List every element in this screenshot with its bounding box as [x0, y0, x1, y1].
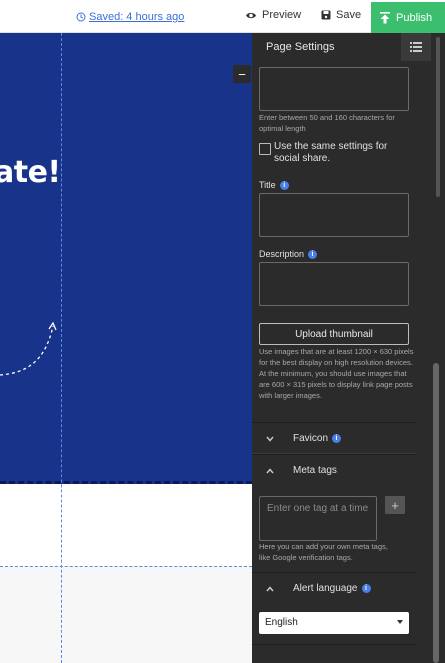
- alert-language-section-header[interactable]: Alert language i: [252, 572, 416, 604]
- same-settings-label: Use the same settings for social share.: [274, 141, 388, 164]
- content-section[interactable]: [0, 484, 252, 566]
- favicon-label-row: Favicon i: [293, 433, 342, 444]
- seo-description-field[interactable]: [259, 67, 409, 111]
- panel-header: Page Settings: [252, 33, 445, 61]
- chevron-up-icon: [266, 584, 276, 594]
- title-label: Title: [259, 180, 276, 190]
- editor-canvas[interactable]: ate! −: [0, 33, 252, 663]
- description-label-row: Description i: [259, 249, 318, 259]
- history-icon: [76, 12, 86, 22]
- saved-status-text: Saved: 4 hours ago: [89, 11, 185, 23]
- meta-tags-section-header[interactable]: Meta tags: [252, 454, 416, 486]
- horizontal-guide-line: [0, 566, 252, 567]
- alert-language-label-row: Alert language i: [293, 583, 371, 594]
- preview-button[interactable]: Preview: [245, 9, 301, 21]
- meta-tags-hint: Here you can add your own meta tags, lik…: [259, 542, 388, 562]
- same-settings-checkbox[interactable]: [259, 143, 271, 155]
- eye-icon: [246, 12, 256, 18]
- add-meta-tag-button[interactable]: +: [385, 496, 405, 514]
- favicon-label: Favicon: [293, 433, 329, 444]
- panel-title: Page Settings: [266, 41, 335, 53]
- floppy-icon: [321, 10, 331, 20]
- info-icon[interactable]: i: [308, 249, 318, 259]
- section-divider: [252, 644, 416, 645]
- chevron-down-icon: [266, 434, 276, 444]
- top-bar: Saved: 4 hours ago Preview Save Publish: [0, 0, 445, 33]
- meta-tag-input[interactable]: Enter one tag at a time: [259, 496, 377, 541]
- list-icon: [410, 42, 422, 52]
- upload-arrow-icon: [380, 11, 390, 23]
- collapse-panel-button[interactable]: −: [233, 65, 251, 83]
- upload-thumbnail-button[interactable]: Upload thumbnail: [259, 323, 409, 345]
- meta-tags-label: Meta tags: [293, 465, 337, 476]
- caret-down-icon: [397, 620, 403, 624]
- list-view-button[interactable]: [401, 33, 431, 61]
- favicon-section-header[interactable]: Favicon i: [252, 422, 416, 454]
- vertical-guide-line: [61, 33, 62, 663]
- title-label-row: Title i: [259, 180, 289, 190]
- save-label: Save: [336, 9, 362, 21]
- dashed-arrow-decoration: [0, 321, 57, 376]
- preview-label: Preview: [262, 9, 302, 21]
- info-icon[interactable]: i: [279, 180, 289, 190]
- panel-scrollbar-thumb[interactable]: [436, 37, 440, 197]
- social-description-field[interactable]: [259, 262, 409, 306]
- page-settings-panel: Page Settings Enter between 50 and 160 c…: [252, 33, 445, 663]
- hero-headline[interactable]: ate!: [0, 155, 61, 190]
- chevron-up-icon: [266, 466, 276, 476]
- publish-label: Publish: [396, 11, 433, 24]
- description-label: Description: [259, 249, 305, 259]
- publish-button[interactable]: Publish: [371, 2, 445, 33]
- hero-section[interactable]: ate! −: [0, 33, 252, 484]
- panel-scrollbar-thumb-secondary[interactable]: [433, 363, 439, 663]
- social-title-field[interactable]: [259, 193, 409, 237]
- alert-language-value: English: [265, 617, 298, 628]
- saved-status-link[interactable]: Saved: 4 hours ago: [76, 11, 184, 23]
- alert-language-label: Alert language: [293, 583, 358, 594]
- save-button[interactable]: Save: [321, 9, 361, 21]
- seo-description-hint: Enter between 50 and 160 characters for …: [259, 113, 395, 133]
- info-icon[interactable]: i: [332, 434, 342, 443]
- info-icon[interactable]: i: [361, 584, 371, 593]
- upload-thumbnail-hint: Use images that are at least 1200 × 630 …: [259, 347, 414, 400]
- alert-language-select[interactable]: English: [259, 612, 409, 634]
